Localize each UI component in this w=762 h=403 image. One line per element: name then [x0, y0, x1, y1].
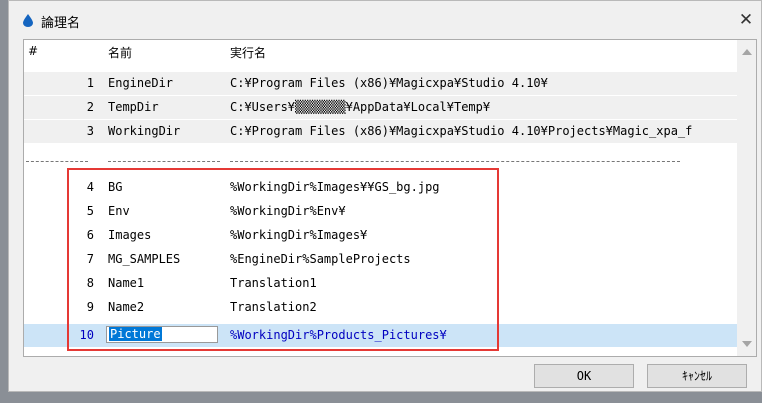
table-row[interactable]: 4 BG %WorkingDir%Images¥¥GS_bg.jpg [24, 176, 737, 199]
table-row[interactable]: 7 MG_SAMPLES %EngineDir%SampleProjects [24, 248, 737, 271]
row-value: %WorkingDir%Images¥ [230, 228, 368, 242]
logical-names-dialog: 論理名 ✕ # 名前 実行名 1 EngineDir C:¥Program Fi… [8, 0, 762, 392]
row-num: 5 [86, 204, 94, 218]
table-row[interactable]: 2 TempDir C:¥Users¥▒▒▒▒▒▒▒¥AppData¥Local… [24, 96, 737, 119]
row-num: 6 [86, 228, 94, 242]
row-value: Translation1 [230, 276, 317, 290]
cancel-button[interactable]: ｷｬﾝｾﾙ [647, 364, 747, 388]
row-value: C:¥Program Files (x86)¥Magicxpa¥Studio 4… [230, 124, 693, 138]
header-value[interactable]: 実行名 [230, 44, 266, 61]
row-num: 9 [86, 300, 94, 314]
table-row[interactable]: 9 Name2 Translation2 [24, 296, 737, 319]
row-name-edit-field[interactable]: Picture [106, 326, 218, 343]
row-name: BG [108, 180, 123, 194]
row-value: Translation2 [230, 300, 317, 314]
header-name[interactable]: 名前 [108, 44, 132, 61]
title-bar: 論理名 ✕ [9, 1, 761, 39]
table-row[interactable]: 6 Images %WorkingDir%Images¥ [24, 224, 737, 247]
table-header: # 名前 実行名 [24, 40, 737, 62]
separator-value [230, 161, 680, 162]
row-value: C:¥Users¥▒▒▒▒▒▒▒¥AppData¥Local¥Temp¥ [230, 100, 491, 114]
row-num: 2 [86, 100, 94, 114]
row-num: 10 [79, 328, 94, 342]
row-value: %WorkingDir%Images¥¥GS_bg.jpg [230, 180, 440, 194]
row-name: Images [108, 228, 152, 242]
table-row[interactable]: 1 EngineDir C:¥Program Files (x86)¥Magic… [24, 72, 737, 95]
table-row[interactable]: 8 Name1 Translation1 [24, 272, 737, 295]
ok-button[interactable]: OK [534, 364, 634, 388]
separator-num [26, 161, 88, 162]
row-name: Name2 [108, 300, 145, 314]
header-num[interactable]: # [28, 44, 38, 58]
table-row[interactable]: 5 Env %WorkingDir%Env¥ [24, 200, 737, 223]
row-value: %WorkingDir%Env¥ [230, 204, 346, 218]
row-value: C:¥Program Files (x86)¥Magicxpa¥Studio 4… [230, 76, 548, 90]
row-name: MG_SAMPLES [108, 252, 181, 266]
row-name: TempDir [108, 100, 159, 114]
row-num: 1 [86, 76, 94, 90]
row-name: Name1 [108, 276, 145, 290]
row-num: 8 [86, 276, 94, 290]
row-name: Env [108, 204, 130, 218]
selected-text: Picture [109, 327, 162, 341]
dialog-title: 論理名 [41, 16, 81, 31]
scroll-down-icon[interactable] [742, 341, 752, 347]
close-button[interactable]: ✕ [731, 5, 761, 35]
separator-name [108, 161, 220, 162]
table-row-selected[interactable]: 10 Picture %WorkingDir%Products_Pictures… [24, 324, 737, 347]
row-name: WorkingDir [108, 124, 181, 138]
table-row[interactable]: 3 WorkingDir C:¥Program Files (x86)¥Magi… [24, 120, 737, 143]
row-num: 7 [86, 252, 94, 266]
row-num: 4 [86, 180, 94, 194]
row-num: 3 [86, 124, 94, 138]
vertical-scrollbar[interactable] [737, 40, 756, 356]
row-value: %EngineDir%SampleProjects [230, 252, 411, 266]
scroll-up-icon[interactable] [742, 49, 752, 55]
logical-names-table: # 名前 実行名 1 EngineDir C:¥Program Files (x… [23, 39, 757, 357]
row-value: %WorkingDir%Products_Pictures¥ [230, 328, 447, 342]
app-drop-icon [23, 14, 33, 27]
row-name: EngineDir [108, 76, 174, 90]
